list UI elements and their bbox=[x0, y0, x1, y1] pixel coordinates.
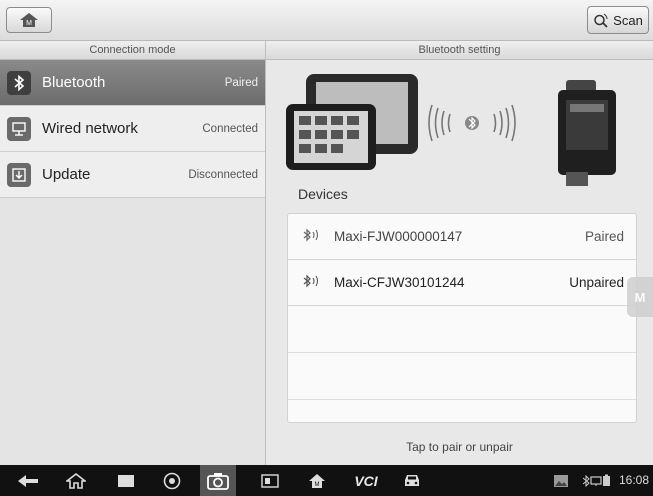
menu-item-wired-network[interactable]: Wired network Connected bbox=[0, 106, 265, 152]
battery-icon bbox=[602, 474, 610, 486]
menu-item-status: Disconnected bbox=[188, 168, 258, 181]
scan-icon bbox=[594, 13, 608, 28]
home-icon: M bbox=[634, 289, 646, 305]
scan-button[interactable]: Scan bbox=[587, 6, 649, 34]
device-row[interactable]: Maxi-CFJW30101244 Unpaired bbox=[288, 260, 636, 306]
screenshot-notification[interactable] bbox=[548, 465, 574, 496]
menu-item-bluetooth[interactable]: Bluetooth Paired bbox=[0, 60, 265, 106]
bluetooth-signal-icon bbox=[302, 274, 322, 291]
empty-list-row bbox=[288, 353, 636, 400]
recent-apps-button[interactable] bbox=[112, 465, 140, 496]
menu-item-status: Paired bbox=[224, 76, 258, 89]
camera-button[interactable] bbox=[200, 465, 236, 496]
vci-label: VCI bbox=[354, 472, 378, 489]
menu-item-status: Connected bbox=[202, 122, 258, 135]
menu-item-label: Wired network bbox=[42, 120, 138, 137]
empty-list-row bbox=[288, 306, 636, 353]
multi-screen-icon bbox=[261, 473, 279, 488]
network-status-icon bbox=[589, 475, 602, 486]
device-name: Maxi-FJW000000147 bbox=[334, 229, 463, 244]
multi-screen-button[interactable] bbox=[256, 465, 284, 496]
status-bar-clock: 16:08 bbox=[618, 473, 649, 487]
svg-text:M: M bbox=[315, 482, 320, 488]
floating-home-tab[interactable]: M bbox=[627, 277, 653, 317]
browser-button[interactable] bbox=[158, 465, 186, 496]
device-list: Maxi-FJW000000147 Paired Maxi-CFJW301012… bbox=[287, 213, 637, 423]
camera-icon bbox=[207, 472, 229, 490]
home-icon bbox=[66, 472, 86, 489]
device-status: Unpaired bbox=[569, 275, 624, 290]
scan-label: Scan bbox=[613, 12, 643, 28]
menu-item-label: Update bbox=[42, 166, 91, 183]
device-status: Paired bbox=[584, 229, 624, 244]
image-icon bbox=[554, 474, 568, 487]
recent-apps-icon bbox=[118, 474, 134, 487]
home-icon: M bbox=[20, 13, 38, 27]
vehicle-button[interactable] bbox=[398, 465, 426, 496]
menu-item-update[interactable]: Update Disconnected bbox=[0, 152, 265, 198]
menu-item-label: Bluetooth bbox=[42, 74, 106, 91]
connection-mode-panel: Connection mode Bluetooth Paired Wired n… bbox=[0, 41, 266, 465]
top-toolbar: M Scan bbox=[0, 0, 653, 41]
connection-mode-header: Connection mode bbox=[0, 41, 265, 60]
maxisys-home-icon: M bbox=[309, 473, 325, 488]
update-icon bbox=[7, 162, 31, 187]
system-navigation-bar: M VCI 16:08 bbox=[0, 465, 653, 496]
empty-list-row bbox=[288, 400, 636, 422]
bluetooth-setting-panel: Bluetooth setting Devices Maxi-FJW000000… bbox=[266, 41, 653, 465]
back-icon bbox=[18, 474, 38, 487]
device-name: Maxi-CFJW30101244 bbox=[334, 275, 465, 290]
vci-button[interactable]: VCI bbox=[348, 465, 384, 496]
status-icons bbox=[578, 465, 614, 496]
car-icon bbox=[405, 474, 419, 486]
back-button[interactable] bbox=[14, 465, 42, 496]
devices-title: Devices bbox=[298, 186, 348, 202]
svg-text:M: M bbox=[26, 20, 32, 27]
device-row[interactable]: Maxi-FJW000000147 Paired bbox=[288, 214, 636, 260]
bluetooth-status-icon bbox=[582, 474, 590, 487]
network-icon bbox=[7, 116, 31, 141]
home-button[interactable]: M bbox=[6, 7, 52, 33]
browser-icon bbox=[163, 472, 181, 489]
home-button[interactable] bbox=[62, 465, 90, 496]
bluetooth-icon bbox=[7, 70, 31, 95]
bluetooth-setting-header: Bluetooth setting bbox=[266, 41, 653, 60]
pairing-hint: Tap to pair or unpair bbox=[406, 440, 513, 454]
bluetooth-signal-icon bbox=[302, 228, 322, 245]
maxisys-home-button[interactable]: M bbox=[304, 465, 330, 496]
